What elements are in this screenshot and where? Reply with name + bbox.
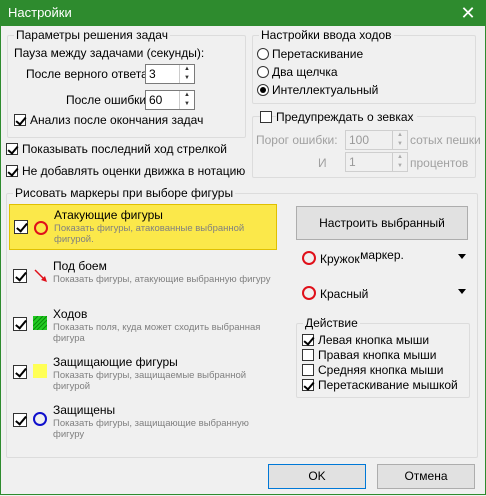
close-icon[interactable]: ✕ [454, 1, 482, 25]
red-arrow-icon [34, 269, 47, 282]
configure-marker-button[interactable]: Настроить выбранный маркер. [296, 206, 468, 262]
color-dropdown[interactable]: Красный [300, 285, 466, 303]
marker-item-defended[interactable]: Защищены Показать фигуры, защищающие выб… [9, 400, 277, 440]
red-circle-icon [34, 221, 48, 235]
spin-up-icon[interactable]: ▲ [179, 65, 194, 74]
marker-item-defending[interactable]: Защищающие фигуры Показать фигуры, защищ… [9, 352, 277, 398]
marker-desc: Показать фигуры, атакованные выбранной ф… [54, 223, 245, 245]
spin-up-icon[interactable]: ▲ [392, 131, 407, 140]
spin-up-icon[interactable]: ▲ [392, 153, 407, 162]
marker-item-attacking[interactable]: Атакующие фигуры Показать фигуры, атаков… [9, 204, 277, 250]
marker-desc: Показать поля, куда может сходить выбран… [53, 322, 261, 344]
radio-intelligent[interactable] [257, 84, 269, 96]
after-correct-label: После верного ответа: [26, 67, 152, 81]
action-right-mouse-checkbox[interactable] [302, 349, 314, 361]
spin-up-icon[interactable]: ▲ [179, 91, 194, 100]
radio-two-clicks[interactable] [257, 66, 269, 78]
marker-checkbox[interactable] [14, 220, 28, 234]
action-drag-checkbox[interactable] [302, 379, 314, 391]
chevron-down-icon [458, 289, 466, 294]
show-last-move-label: Показывать последний ход стрелкой [22, 142, 227, 156]
marker-desc: Показать фигуры, атакующие выбранную фиг… [53, 274, 271, 285]
cancel-button[interactable]: Отмена [377, 464, 475, 489]
analysis-checkbox[interactable] [14, 114, 26, 126]
no-eval-label: Не добавлять оценки движка в нотацию [22, 164, 246, 178]
task-params-legend: Параметры решения задач [16, 28, 168, 42]
marker-title: Атакующие фигуры [54, 208, 163, 222]
after-correct-input[interactable] [146, 65, 178, 83]
marker-title: Защищены [53, 403, 116, 417]
shape-dropdown[interactable]: Кружок [300, 250, 466, 268]
marker-title: Ходов [53, 307, 88, 321]
radio-drag-label: Перетаскивание [272, 47, 364, 61]
spin-down-icon[interactable]: ▼ [179, 74, 194, 83]
pause-label: Пауза между задачами (секунды): [14, 46, 205, 60]
show-last-move-checkbox[interactable] [6, 143, 18, 155]
title-bar [0, 0, 486, 26]
radio-intelligent-label: Интеллектуальный [272, 83, 379, 97]
action-middle-mouse-checkbox[interactable] [302, 364, 314, 376]
marker-checkbox[interactable] [13, 365, 27, 379]
threshold-stepper[interactable]: ▲ ▼ [345, 130, 408, 150]
move-input-legend: Настройки ввода ходов [261, 28, 392, 42]
marker-title: Под боем [53, 259, 107, 273]
after-correct-stepper[interactable]: ▲ ▼ [145, 64, 195, 84]
markers-legend: Рисовать маркеры при выборе фигуры [15, 186, 234, 200]
threshold-label: Порог ошибки: [256, 133, 338, 147]
window-title: Настройки [8, 5, 72, 20]
action-middle-mouse-label: Средняя кнопка мыши [318, 363, 444, 377]
marker-item-moves[interactable]: Ходов Показать поля, куда может сходить … [9, 304, 277, 350]
shape-value: Кружок [320, 252, 360, 266]
marker-checkbox[interactable] [13, 413, 27, 427]
action-legend: Действие [305, 316, 358, 330]
spin-down-icon[interactable]: ▼ [392, 140, 407, 149]
after-error-label: После ошибки: [66, 93, 150, 107]
action-left-mouse-label: Левая кнопка мыши [318, 333, 430, 347]
green-hatched-square-icon [33, 316, 47, 330]
marker-title: Защищающие фигуры [53, 355, 178, 369]
action-drag-label: Перетаскивание мышкой [318, 378, 458, 392]
blunder-label: Предупреждать о зевках [276, 110, 417, 124]
percent-stepper[interactable]: ▲ ▼ [345, 152, 408, 172]
red-circle-icon [302, 286, 316, 300]
radio-two-clicks-label: Два щелчка [272, 65, 338, 79]
spin-down-icon[interactable]: ▼ [392, 162, 407, 171]
marker-checkbox[interactable] [13, 317, 27, 331]
after-error-stepper[interactable]: ▲ ▼ [145, 90, 195, 110]
chevron-down-icon [458, 254, 466, 259]
blunder-checkbox[interactable] [260, 111, 272, 123]
ok-button[interactable]: OK [268, 464, 366, 489]
radio-drag[interactable] [257, 48, 269, 60]
red-circle-icon [302, 251, 316, 265]
analysis-label: Анализ после окончания задач [30, 113, 204, 127]
color-value: Красный [320, 287, 369, 301]
marker-item-under-attack[interactable]: Под боем Показать фигуры, атакующие выбр… [9, 256, 277, 302]
action-right-mouse-label: Правая кнопка мыши [318, 348, 437, 362]
threshold-input[interactable] [346, 131, 378, 149]
marker-checkbox[interactable] [13, 269, 27, 283]
after-error-input[interactable] [146, 91, 178, 109]
threshold-unit: сотых пешки [410, 133, 481, 147]
yellow-square-icon [33, 364, 47, 378]
percent-unit: процентов [410, 156, 469, 170]
percent-input[interactable] [346, 153, 378, 171]
no-eval-checkbox[interactable] [6, 165, 18, 177]
and-label: И [318, 156, 327, 170]
marker-desc: Показать фигуры, защищающие выбранную фи… [53, 418, 249, 440]
spin-down-icon[interactable]: ▼ [179, 100, 194, 109]
action-left-mouse-checkbox[interactable] [302, 334, 314, 346]
blue-circle-icon [33, 412, 47, 426]
marker-desc: Показать фигуры, защищаемые выбранной фи… [53, 370, 247, 392]
